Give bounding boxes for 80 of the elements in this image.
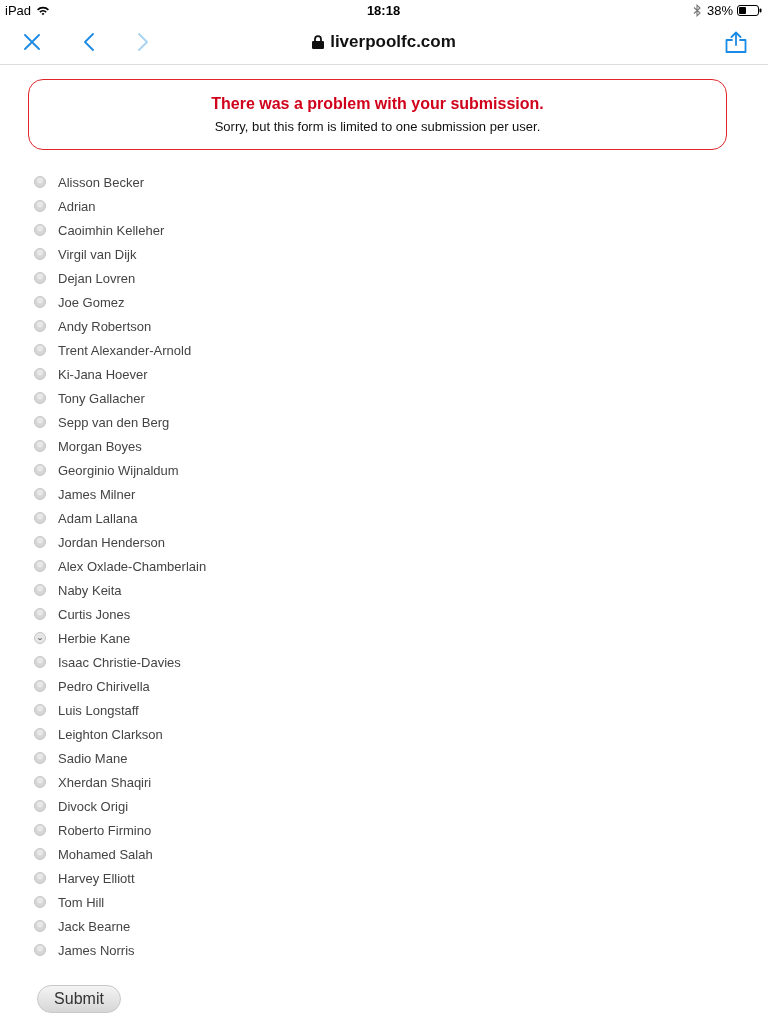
radio-button[interactable] [34, 320, 46, 332]
player-option-label[interactable]: Trent Alexander-Arnold [58, 342, 192, 358]
radio-button[interactable] [34, 512, 46, 524]
radio-button[interactable] [34, 824, 46, 836]
radio-button[interactable] [34, 728, 46, 740]
lock-icon [312, 35, 325, 49]
clock-time: 18:18 [366, 2, 401, 18]
share-icon[interactable] [725, 31, 747, 53]
player-option-label[interactable]: Pedro Chirivella [58, 678, 150, 694]
radio-button[interactable] [34, 656, 46, 668]
error-message: Sorry, but this form is limited to one submission per user. [213, 118, 542, 136]
player-option-label[interactable]: Leighton Clarkson [58, 726, 163, 742]
radio-button[interactable] [34, 464, 46, 476]
radio-button[interactable] [34, 704, 46, 716]
radio-button[interactable] [34, 752, 46, 764]
player-option-label[interactable]: Harvey Elliott [58, 870, 135, 886]
radio-button[interactable] [34, 608, 46, 620]
radio-button[interactable] [34, 680, 46, 692]
player-option-label[interactable]: Xherdan Shaqiri [58, 774, 152, 790]
radio-button[interactable] [34, 776, 46, 788]
player-option-label[interactable]: Isaac Christie-Davies [58, 654, 181, 670]
player-option-label[interactable]: Alex Oxlade-Chamberlain [58, 558, 207, 574]
player-option-label[interactable]: Mohamed Salah [58, 846, 153, 862]
player-option-label[interactable]: Sadio Mane [58, 750, 128, 766]
radio-button[interactable] [34, 368, 46, 380]
radio-button[interactable] [34, 584, 46, 596]
battery-icon [737, 4, 762, 16]
radio-button[interactable] [34, 848, 46, 860]
battery-percent: 38% [706, 2, 733, 18]
radio-button[interactable] [34, 536, 46, 548]
radio-button[interactable] [34, 416, 46, 428]
radio-button[interactable] [34, 800, 46, 812]
player-option-label[interactable]: Tony Gallacher [58, 390, 145, 406]
player-option-label[interactable]: Morgan Boyes [58, 438, 142, 454]
player-option-label[interactable]: Tom Hill [58, 894, 105, 910]
radio-button[interactable] [34, 896, 46, 908]
player-option-label[interactable]: James Milner [58, 486, 136, 502]
player-option-label[interactable]: Sepp van den Berg [58, 414, 170, 430]
player-option-label[interactable]: Adrian [58, 198, 96, 214]
radio-button[interactable] [34, 272, 46, 284]
back-chevron-icon[interactable] [84, 33, 94, 51]
player-option-label[interactable]: Divock Origi [58, 798, 129, 814]
radio-button[interactable] [34, 920, 46, 932]
radio-button[interactable] [34, 440, 46, 452]
address-domain[interactable]: liverpoolfc.com [330, 32, 456, 52]
radio-button[interactable] [34, 392, 46, 404]
player-option-label[interactable]: Naby Keita [58, 582, 122, 598]
player-option-label[interactable]: Andy Robertson [58, 318, 152, 334]
player-option-label[interactable]: Roberto Firmino [58, 822, 152, 838]
player-option-label[interactable]: Jack Bearne [58, 918, 131, 934]
player-option-label[interactable]: Virgil van Dijk [58, 246, 137, 262]
player-option-label[interactable]: James Norris [58, 942, 135, 958]
wifi-icon [36, 4, 51, 16]
radio-button[interactable] [34, 488, 46, 500]
radio-button[interactable] [34, 344, 46, 356]
radio-button[interactable] [34, 248, 46, 260]
player-option-label[interactable]: Ki-Jana Hoever [58, 366, 148, 382]
radio-button[interactable] [34, 296, 46, 308]
player-option-label[interactable]: Adam Lallana [58, 510, 138, 526]
radio-button[interactable] [34, 176, 46, 188]
player-option-label[interactable]: Caoimhin Kelleher [58, 222, 165, 238]
player-option-label[interactable]: Luis Longstaff [58, 702, 139, 718]
player-option-label[interactable]: Joe Gomez [58, 294, 125, 310]
error-title: There was a problem with your submission. [210, 94, 545, 114]
radio-button[interactable] [34, 560, 46, 572]
device-name: iPad [5, 2, 32, 18]
radio-button[interactable] [34, 632, 46, 644]
radio-button[interactable] [34, 872, 46, 884]
submit-button[interactable]: Submit [37, 985, 121, 1013]
player-option-label[interactable]: Georginio Wijnaldum [58, 462, 179, 478]
player-option-label[interactable]: Herbie Kane [58, 630, 131, 646]
player-option-label[interactable]: Dejan Lovren [58, 270, 136, 286]
player-option-label[interactable]: Jordan Henderson [58, 534, 165, 550]
player-option-label[interactable]: Curtis Jones [58, 606, 131, 622]
radio-button[interactable] [34, 200, 46, 212]
close-icon[interactable] [24, 34, 40, 50]
radio-button[interactable] [34, 224, 46, 236]
bluetooth-icon [692, 3, 701, 17]
radio-button[interactable] [34, 944, 46, 956]
player-option-label[interactable]: Alisson Becker [58, 174, 144, 190]
